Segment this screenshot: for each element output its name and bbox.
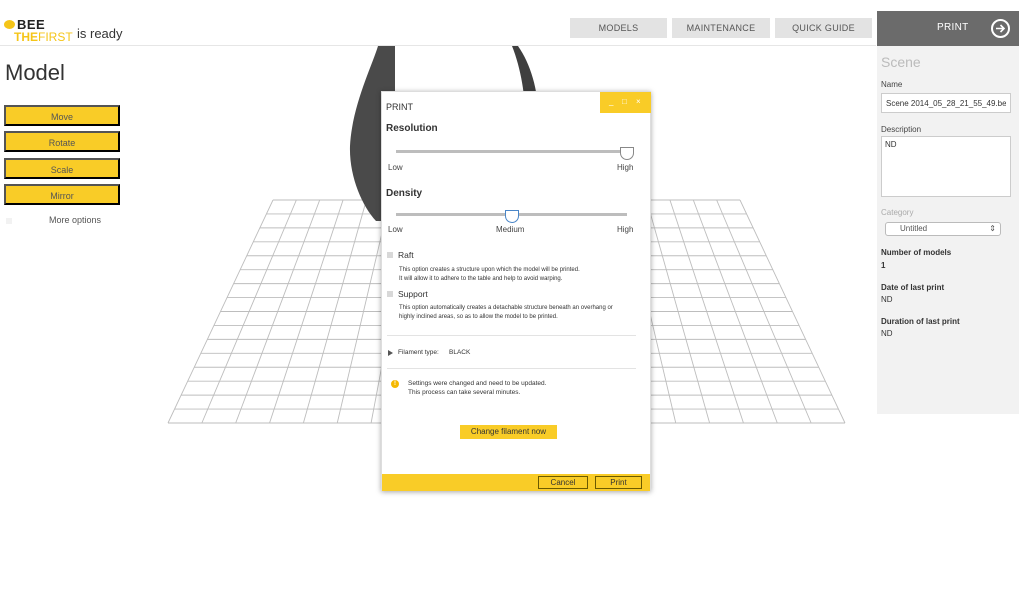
resolution-title: Resolution (386, 123, 438, 134)
app-root: BEE THEFIRST is ready MODELS MAINTENANCE… (0, 0, 1024, 591)
move-button[interactable]: Move (4, 105, 120, 126)
raft-checkbox[interactable] (387, 252, 393, 258)
support-description-line1: This option automatically creates a deta… (399, 305, 613, 311)
print-header-label: PRINT (937, 22, 969, 33)
change-filament-button[interactable]: Change filament now (460, 425, 557, 439)
last-print-date-label: Date of last print (881, 283, 945, 292)
scene-panel: Scene Name Description ND Category Untit… (877, 46, 1019, 414)
print-button[interactable]: Print (595, 476, 642, 489)
raft-description-line1: This option creates a structure upon whi… (399, 267, 580, 273)
last-print-duration-label: Duration of last print (881, 317, 960, 326)
cancel-button[interactable]: Cancel (538, 476, 588, 489)
resolution-slider-track[interactable] (396, 150, 627, 153)
resolution-slider-thumb[interactable] (620, 147, 634, 160)
more-options-checkbox[interactable] (6, 218, 12, 224)
last-print-date-value: ND (881, 295, 893, 304)
rotate-button[interactable]: Rotate (4, 131, 120, 152)
nav-maintenance-button[interactable]: MAINTENANCE (672, 18, 770, 38)
brand-logo: BEE THEFIRST (4, 18, 73, 44)
divider (387, 368, 636, 369)
support-label: Support (398, 289, 428, 299)
description-label: Description (881, 125, 922, 134)
warning-icon: ! (391, 380, 399, 388)
number-of-models-label: Number of models (881, 248, 952, 257)
category-value: Untitled (900, 224, 928, 233)
more-options-toggle[interactable]: More options (4, 214, 120, 228)
filament-type-label: Filament type: (398, 349, 439, 356)
category-select[interactable]: Untitled ⇕ (885, 222, 1001, 236)
nav-models-button[interactable]: MODELS (570, 18, 667, 38)
printer-status: is ready (77, 26, 123, 41)
bee-icon (4, 20, 15, 30)
density-high-label: High (617, 225, 634, 234)
scale-button[interactable]: Scale (4, 158, 120, 179)
model-panel-title: Model (5, 60, 65, 85)
density-title: Density (386, 188, 423, 199)
window-controls: _ □ × (600, 92, 651, 113)
scene-name-input[interactable] (881, 93, 1011, 113)
warning-text-line1: Settings were changed and need to be upd… (408, 380, 547, 387)
description-textarea[interactable]: ND (881, 136, 1011, 197)
nav-quick-guide-button[interactable]: QUICK GUIDE (775, 18, 872, 38)
arrow-right-circle-icon[interactable] (991, 19, 1010, 38)
mirror-button[interactable]: Mirror (4, 184, 120, 205)
select-arrows-icon: ⇕ (989, 224, 996, 233)
scene-title: Scene (881, 54, 921, 70)
density-slider-thumb[interactable] (504, 210, 519, 223)
resolution-high-label: High (617, 163, 634, 172)
close-icon[interactable]: × (636, 97, 641, 106)
minimize-icon[interactable]: _ (609, 97, 613, 106)
last-print-duration-value: ND (881, 329, 893, 338)
name-label: Name (881, 80, 903, 89)
expand-triangle-icon[interactable] (388, 350, 393, 356)
support-checkbox[interactable] (387, 291, 393, 297)
divider (387, 335, 636, 336)
category-label: Category (881, 208, 914, 217)
dialog-title: PRINT (386, 102, 413, 112)
density-low-label: Low (388, 225, 403, 234)
number-of-models-value: 1 (881, 261, 886, 270)
more-options-label: More options (49, 215, 102, 225)
density-medium-label: Medium (496, 225, 525, 234)
print-header-button[interactable]: PRINT (877, 11, 1019, 46)
raft-description-line2: It will allow it to adhere to the table … (399, 276, 563, 282)
raft-label: Raft (398, 250, 414, 260)
resolution-low-label: Low (388, 163, 403, 172)
maximize-icon[interactable]: □ (622, 97, 627, 106)
support-description-line2: highly inclined areas, so as to allow th… (399, 314, 558, 320)
dialog-footer: Cancel Print (382, 474, 650, 491)
filament-type-value: BLACK (449, 349, 471, 356)
print-dialog: PRINT _ □ × Resolution Low High Density … (381, 91, 651, 491)
top-bar: BEE THEFIRST is ready MODELS MAINTENANCE… (0, 0, 876, 46)
warning-text-line2: This process can take several minutes. (408, 389, 521, 396)
